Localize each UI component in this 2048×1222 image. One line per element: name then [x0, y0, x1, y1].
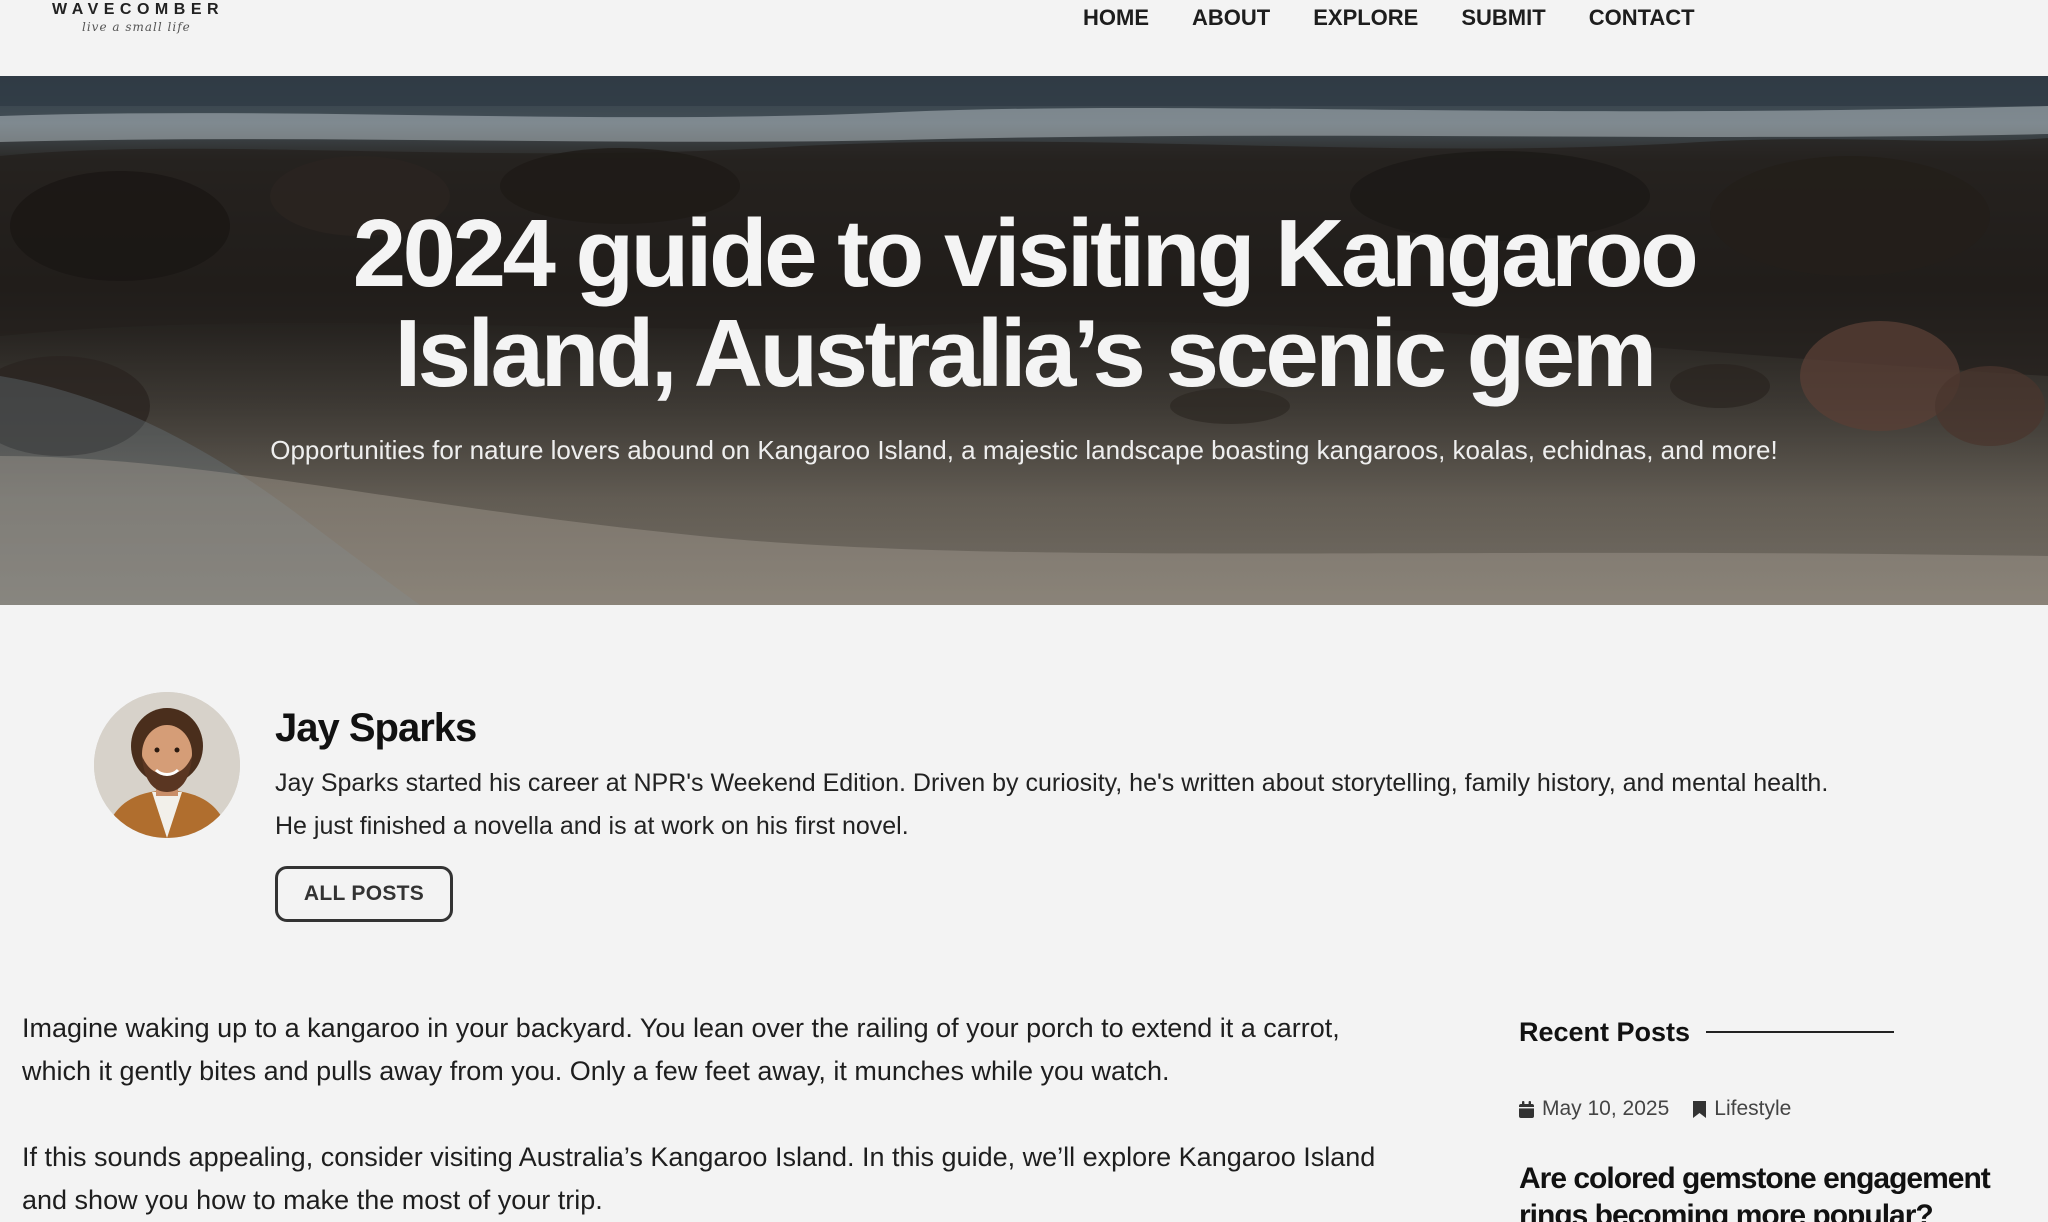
article-title-line2: Island, Australia’s scenic gem	[394, 300, 1657, 407]
article-title-line1: 2024 guide to visiting Kangaroo	[352, 200, 1699, 307]
post-category[interactable]: Lifestyle	[1693, 1094, 1791, 1124]
calendar-icon	[1519, 1100, 1534, 1118]
author-portrait	[94, 692, 240, 838]
hero-banner: 2024 guide to visiting Kangaroo Island, …	[0, 76, 2048, 605]
post-category-label: Lifestyle	[1714, 1097, 1792, 1120]
article-body: Imagine waking up to a kangaroo in your …	[22, 1007, 1402, 1222]
recent-post-title-link[interactable]: Are colored gemstone engagement rings be…	[1519, 1160, 2019, 1222]
post-meta: May 10, 2025 Lifestyle	[1519, 1094, 2019, 1124]
logo-tagline: live a small life	[82, 20, 191, 34]
author-bio: Jay Sparks started his career at NPR's W…	[275, 762, 1995, 848]
nav-explore[interactable]: EXPLORE	[1313, 0, 1418, 36]
nav-contact[interactable]: CONTACT	[1589, 0, 1695, 36]
main-nav: HOME ABOUT EXPLORE SUBMIT CONTACT	[1083, 0, 1738, 36]
article-subtitle: Opportunities for nature lovers abound o…	[270, 435, 1778, 465]
site-header: WAVECOMBER live a small life HOME ABOUT …	[0, 0, 2048, 76]
article-paragraph: If this sounds appealing, consider visit…	[22, 1142, 1376, 1215]
post-date: May 10, 2025	[1542, 1097, 1670, 1120]
nav-home[interactable]: HOME	[1083, 0, 1149, 36]
recent-posts-title: Recent Posts	[1519, 1017, 1691, 1047]
article-title: 2024 guide to visiting Kangaroo Island, …	[224, 204, 1824, 404]
site-logo[interactable]: WAVECOMBER live a small life	[52, 0, 232, 40]
heading-divider	[1706, 1031, 1895, 1033]
bookmark-icon	[1693, 1100, 1707, 1118]
article-paragraph: Imagine waking up to a kangaroo in your …	[22, 1013, 1340, 1086]
author-avatar[interactable]	[94, 692, 240, 838]
nav-submit[interactable]: SUBMIT	[1461, 0, 1545, 36]
author-bio-line1: Jay Sparks started his career at NPR's W…	[275, 769, 1829, 797]
sidebar-heading: Recent Posts	[1519, 1008, 2019, 1056]
logo-name: WAVECOMBER	[52, 1, 225, 18]
sidebar-recent-posts: Recent Posts May 10, 2025 Lifestyle Are …	[1519, 1008, 2019, 1222]
author-name[interactable]: Jay Sparks	[275, 700, 477, 756]
all-posts-button[interactable]: ALL POSTS	[275, 866, 453, 922]
nav-about[interactable]: ABOUT	[1192, 0, 1270, 36]
author-bio-line2: He just finished a novella and is at wor…	[275, 812, 909, 840]
